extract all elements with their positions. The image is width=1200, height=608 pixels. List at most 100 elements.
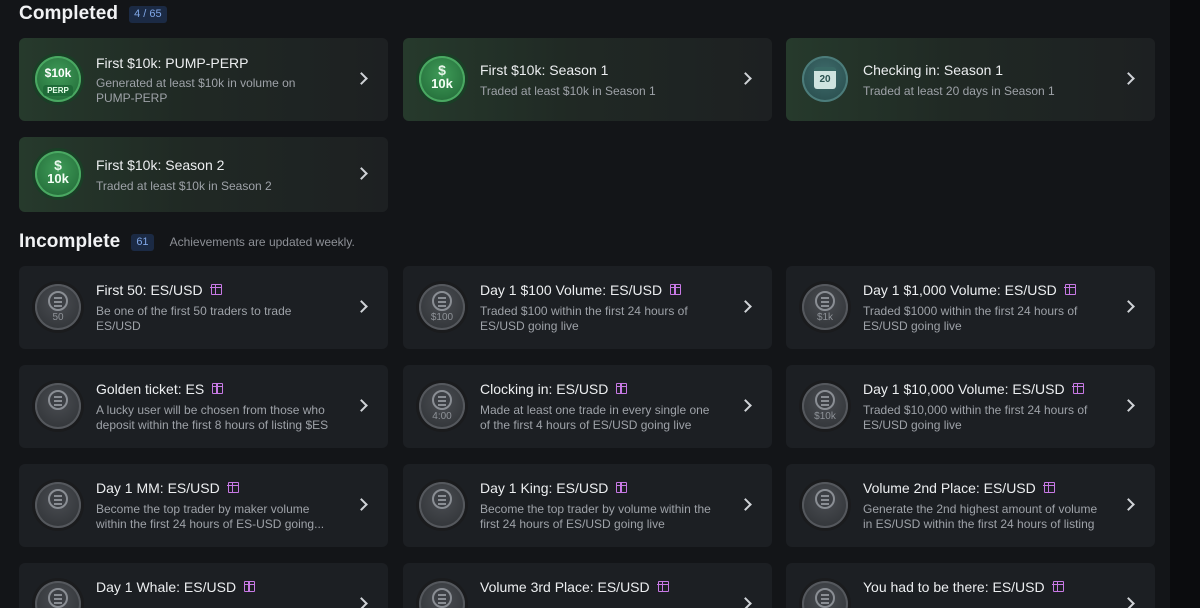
achievement-card-incomplete[interactable]: $100 Day 1 $100 Volume: ES/USD Traded $1… xyxy=(403,266,772,349)
chevron-right-icon xyxy=(355,167,368,180)
badge-symbol: $ xyxy=(438,62,446,78)
achievement-description: Generate the 2nd highest amount of volum… xyxy=(863,502,1098,531)
es-coin-badge-icon: $1k xyxy=(802,284,848,330)
achievement-card-incomplete[interactable]: You had to be there: ES/USD xyxy=(786,563,1155,608)
achievement-description: Traded $10,000 within the first 24 hours… xyxy=(863,403,1088,432)
achievement-card-incomplete[interactable]: 50 First 50: ES/USD Be one of the first … xyxy=(19,266,388,349)
achievement-title: Golden ticket: ES xyxy=(96,381,224,397)
chevron-right-icon xyxy=(739,498,752,511)
badge-label: 50 xyxy=(52,312,64,323)
completed-count-badge: 4 / 65 xyxy=(129,5,167,23)
achievement-title: You had to be there: ES/USD xyxy=(863,579,1064,595)
achievement-card-incomplete[interactable]: $1k Day 1 $1,000 Volume: ES/USD Traded $… xyxy=(786,266,1155,349)
achievement-title-text: Day 1 $1,000 Volume: ES/USD xyxy=(863,282,1057,298)
achievement-title: First $10k: Season 2 xyxy=(96,157,225,173)
achievement-card-completed[interactable]: $10k PERP First $10k: PUMP-PERP Generate… xyxy=(19,38,388,121)
chevron-right-icon xyxy=(355,498,368,511)
achievement-title: Volume 2nd Place: ES/USD xyxy=(863,480,1055,496)
achievement-title: Volume 3rd Place: ES/USD xyxy=(480,579,669,595)
crown-badge-icon xyxy=(802,482,848,528)
achievement-title: Day 1 $10,000 Volume: ES/USD xyxy=(863,381,1084,397)
achievement-title: First $10k: Season 1 xyxy=(480,62,609,78)
golden-ticket-badge-icon xyxy=(35,383,81,429)
chevron-right-icon xyxy=(1122,300,1135,313)
badge-text: 10k xyxy=(431,76,453,91)
achievement-card-incomplete[interactable]: $10k Day 1 $10,000 Volume: ES/USD Traded… xyxy=(786,365,1155,448)
e-logo-icon xyxy=(48,291,68,311)
achievement-card-incomplete[interactable]: Volume 3rd Place: ES/USD xyxy=(403,563,772,608)
completed-header: Completed 4 / 65 xyxy=(19,3,167,25)
achievement-card-incomplete[interactable]: Golden ticket: ES A lucky user will be c… xyxy=(19,365,388,448)
e-logo-icon xyxy=(48,390,68,410)
gift-icon xyxy=(1052,580,1064,592)
achievement-title: Day 1 Whale: ES/USD xyxy=(96,579,256,595)
achievement-title: Day 1 $100 Volume: ES/USD xyxy=(480,282,682,298)
e-logo-icon xyxy=(48,588,68,608)
badge-label: $10k xyxy=(814,411,836,422)
es-coin-badge-icon: 50 xyxy=(35,284,81,330)
e-logo-icon xyxy=(815,588,835,608)
gift-icon xyxy=(211,382,224,394)
chevron-right-icon xyxy=(739,597,752,608)
gift-icon xyxy=(210,283,222,295)
window-edge xyxy=(1170,0,1200,608)
chevron-right-icon xyxy=(739,399,752,412)
chevron-right-icon xyxy=(739,300,752,313)
badge-symbol: $ xyxy=(54,157,62,173)
completed-title: Completed xyxy=(19,3,119,24)
achievement-card-incomplete[interactable]: Day 1 MM: ES/USD Become the top trader b… xyxy=(19,464,388,547)
achievement-card-incomplete[interactable]: Volume 2nd Place: ES/USD Generate the 2n… xyxy=(786,464,1155,547)
calendar-badge-icon: 20 xyxy=(802,56,848,102)
badge-pill-text: PERP xyxy=(43,85,73,96)
achievement-description: Be one of the first 50 traders to trade … xyxy=(96,304,292,333)
chevron-right-icon xyxy=(1122,498,1135,511)
badge-text: 10k xyxy=(47,171,69,186)
achievement-title: Clocking in: ES/USD xyxy=(480,381,628,397)
calendar-day: 20 xyxy=(819,74,831,85)
achievement-description: Traded $100 within the first 24 hours of… xyxy=(480,304,688,333)
achievements-panel: Completed 4 / 65 $10k PERP First $10k: P… xyxy=(0,0,1170,608)
achievement-title-text: First 50: ES/USD xyxy=(96,282,203,298)
whale-badge-icon xyxy=(35,581,81,608)
achievement-title-text: Day 1 $100 Volume: ES/USD xyxy=(480,282,663,298)
achievement-description: Made at least one trade in every single … xyxy=(480,403,710,432)
e-logo-icon xyxy=(48,489,68,509)
es-coin-badge-icon xyxy=(802,581,848,608)
achievement-title-text: You had to be there: ES/USD xyxy=(863,579,1045,595)
achievement-title-text: Day 1 Whale: ES/USD xyxy=(96,579,237,595)
achievement-card-completed[interactable]: 20 Checking in: Season 1 Traded at least… xyxy=(786,38,1155,121)
incomplete-count-badge: 61 xyxy=(131,233,154,251)
achievement-description: Generated at least $10k in volume on PUM… xyxy=(96,76,296,105)
e-logo-icon xyxy=(432,489,452,509)
achievement-card-completed[interactable]: $ 10k First $10k: Season 2 Traded at lea… xyxy=(19,137,388,212)
es-coin-badge-icon: $100 xyxy=(419,284,465,330)
chevron-right-icon xyxy=(739,72,752,85)
badge-text: $10k xyxy=(44,66,72,80)
e-logo-icon xyxy=(815,291,835,311)
chevron-right-icon xyxy=(355,597,368,608)
gift-icon xyxy=(615,481,628,493)
badge-label: $1k xyxy=(816,312,834,323)
e-logo-icon xyxy=(815,489,835,509)
maker-chart-badge-icon xyxy=(35,482,81,528)
achievement-description: Traded at least $10k in Season 1 xyxy=(480,84,656,98)
achievement-card-incomplete[interactable]: 4:00 Clocking in: ES/USD Made at least o… xyxy=(403,365,772,448)
crown-badge-icon xyxy=(419,482,465,528)
achievement-card-completed[interactable]: $ 10k First $10k: Season 1 Traded at lea… xyxy=(403,38,772,121)
e-logo-icon xyxy=(432,390,452,410)
achievement-title-text: Day 1 MM: ES/USD xyxy=(96,480,220,496)
gift-icon xyxy=(243,580,256,592)
gift-icon xyxy=(227,481,239,493)
chevron-right-icon xyxy=(355,72,368,85)
achievement-description: A lucky user will be chosen from those w… xyxy=(96,403,329,432)
incomplete-title: Incomplete xyxy=(19,231,121,252)
gift-icon xyxy=(1064,283,1076,295)
achievement-title-text: Day 1 King: ES/USD xyxy=(480,480,609,496)
e-logo-icon xyxy=(432,588,452,608)
dollar-10k-badge-icon: $ 10k xyxy=(419,56,465,102)
achievement-card-incomplete[interactable]: Day 1 King: ES/USD Become the top trader… xyxy=(403,464,772,547)
achievement-card-incomplete[interactable]: Day 1 Whale: ES/USD xyxy=(19,563,388,608)
chevron-right-icon xyxy=(355,399,368,412)
achievement-title: First 50: ES/USD xyxy=(96,282,222,298)
gift-icon xyxy=(615,382,628,394)
